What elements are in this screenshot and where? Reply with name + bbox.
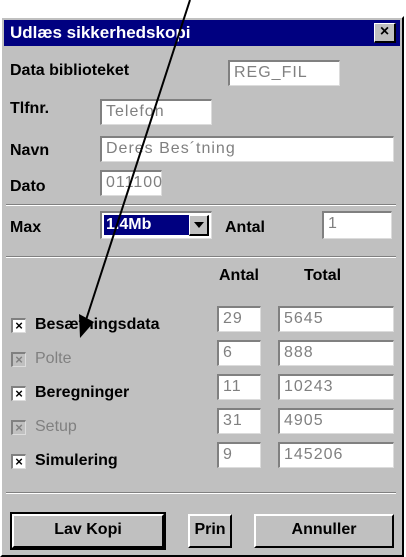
- separator-middle: [6, 256, 396, 258]
- col-antal-header: Antal: [219, 267, 259, 284]
- col-total-header: Total: [304, 267, 342, 284]
- chevron-down-icon[interactable]: [189, 215, 209, 236]
- dato-field[interactable]: 011100: [100, 170, 162, 196]
- tlfnr-field[interactable]: Telefon: [100, 99, 212, 125]
- navn-label: Navn: [10, 142, 50, 159]
- close-button[interactable]: ×: [374, 23, 396, 43]
- polte-antal[interactable]: 6: [217, 340, 261, 366]
- max-size-value: 1.4Mb: [104, 215, 190, 235]
- beregninger-antal[interactable]: 11: [217, 374, 261, 400]
- annuller-button[interactable]: Annuller: [254, 514, 394, 548]
- dato-label: Dato: [10, 178, 46, 195]
- separator-top: [6, 204, 396, 206]
- setup-checkbox[interactable]: ×: [11, 420, 26, 435]
- antal-label: Antal: [225, 219, 265, 236]
- title-bar[interactable]: Udlæs sikkerhedskopi ×: [4, 20, 400, 46]
- beregninger-total[interactable]: 10243: [278, 374, 394, 400]
- polte-checkbox[interactable]: ×: [11, 352, 26, 367]
- antal-field[interactable]: 1: [322, 211, 392, 239]
- lav-kopi-button[interactable]: Lav Kopi: [10, 512, 166, 550]
- setup-label: Setup: [35, 418, 77, 435]
- polte-total[interactable]: 888: [278, 340, 394, 366]
- tlfnr-label: Tlfnr.: [10, 100, 50, 117]
- besaetningsdata-antal[interactable]: 29: [217, 306, 261, 332]
- polte-label: Polte: [35, 350, 72, 367]
- beregninger-label: Beregninger: [35, 384, 130, 401]
- simulering-checkbox[interactable]: ×: [11, 454, 26, 469]
- navn-field[interactable]: Deres Bes´tning: [100, 136, 394, 162]
- setup-antal[interactable]: 31: [217, 408, 261, 434]
- window-title: Udlæs sikkerhedskopi: [10, 23, 191, 42]
- besaetningsdata-label: Besætningsdata: [35, 316, 160, 333]
- separator-bottom: [6, 492, 396, 494]
- besaetningsdata-total[interactable]: 5645: [278, 306, 394, 332]
- beregninger-checkbox[interactable]: ×: [11, 386, 26, 401]
- setup-total[interactable]: 4905: [278, 408, 394, 434]
- max-label: Max: [10, 219, 42, 236]
- simulering-label: Simulering: [35, 452, 118, 469]
- print-button[interactable]: Prin: [188, 514, 232, 548]
- simulering-total[interactable]: 145206: [278, 442, 394, 468]
- max-size-select[interactable]: 1.4Mb: [100, 211, 212, 239]
- besaetningsdata-checkbox[interactable]: ×: [11, 318, 26, 333]
- simulering-antal[interactable]: 9: [217, 442, 261, 468]
- data-bibliotek-field[interactable]: REG_FIL: [228, 60, 340, 86]
- backup-dialog: Udlæs sikkerhedskopi ×: [0, 16, 404, 557]
- data-bibliotek-label: Data biblioteket: [10, 62, 130, 79]
